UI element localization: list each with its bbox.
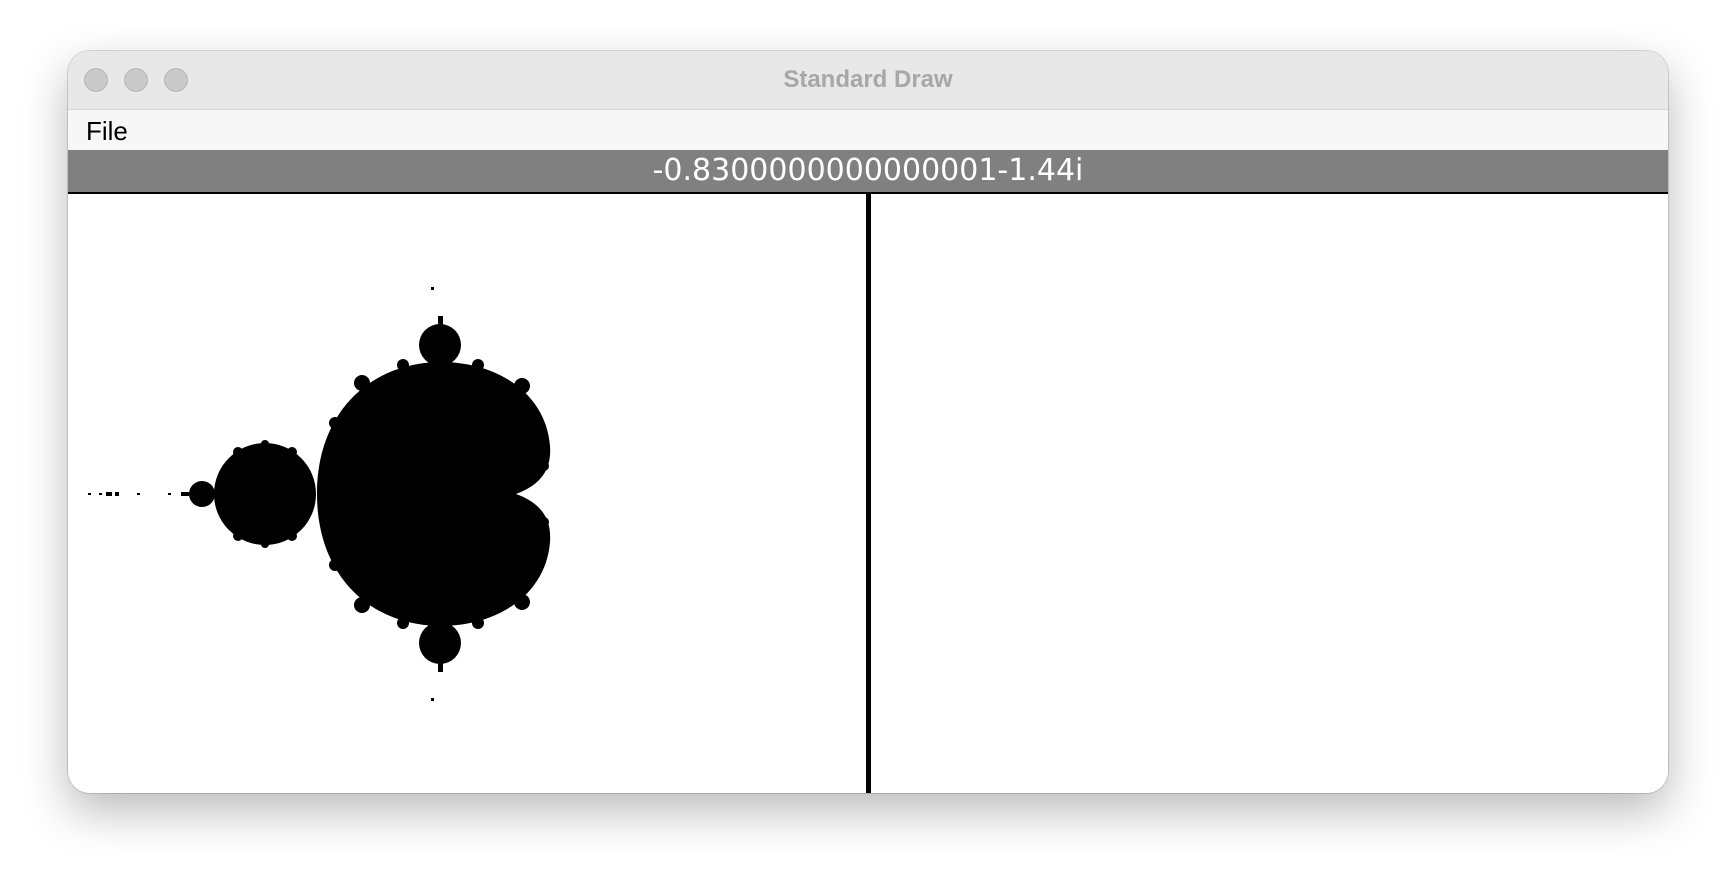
draw-canvas[interactable] bbox=[68, 192, 1668, 793]
mandelbrot-cardioid bbox=[317, 361, 551, 627]
mandelbrot-bulb-bottom bbox=[419, 622, 461, 664]
mandelbrot-view[interactable] bbox=[68, 194, 866, 793]
window-title: Standard Draw bbox=[783, 66, 953, 93]
menu-bar: File bbox=[68, 110, 1668, 150]
right-panel[interactable] bbox=[871, 194, 1668, 793]
title-bar[interactable]: Standard Draw bbox=[68, 51, 1668, 110]
app-window: Standard Draw File -0.8300000000000001-1… bbox=[68, 51, 1668, 793]
mandelbrot-bulb-left bbox=[214, 443, 316, 545]
mandelbrot-bulb-top bbox=[419, 324, 461, 366]
menu-file[interactable]: File bbox=[86, 110, 128, 150]
coordinate-readout: -0.8300000000000001-1.44i bbox=[68, 150, 1668, 192]
